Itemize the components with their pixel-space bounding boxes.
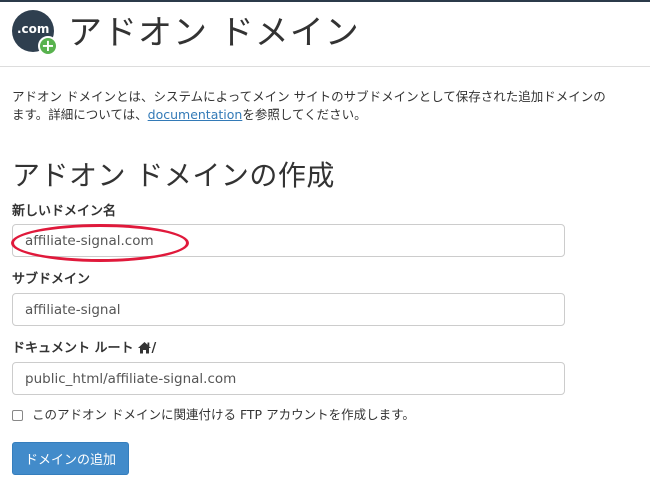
page-title: アドオン ドメイン [68, 13, 360, 53]
new-domain-input[interactable] [12, 224, 565, 257]
document-root-label-text: ドキュメント ルート [12, 341, 134, 356]
document-root-label-slash: / [151, 341, 157, 356]
icon-com-text: .com [17, 22, 50, 36]
subdomain-label: サブドメイン [12, 272, 91, 287]
new-domain-label: 新しいドメイン名 [12, 204, 117, 219]
home-icon [137, 342, 151, 354]
ftp-account-option[interactable]: このアドオン ドメインに関連付ける FTP アカウントを作成します。 [12, 406, 415, 424]
subdomain-input[interactable] [12, 293, 565, 326]
page-header: .com + アドオン ドメイン [12, 8, 360, 58]
document-root-label: ドキュメント ルート / [12, 340, 156, 358]
plus-badge-icon: + [38, 36, 58, 56]
top-border [0, 0, 650, 2]
ftp-account-checkbox[interactable] [12, 409, 23, 421]
header-divider [0, 66, 650, 67]
document-root-input[interactable] [12, 362, 565, 395]
description-text-end: を参照してください。 [242, 107, 367, 122]
page-description: アドオン ドメインとは、システムによってメイン サイトのサブドメインとして保存さ… [12, 88, 650, 124]
documentation-link[interactable]: documentation [148, 107, 243, 122]
ftp-account-checkbox-label[interactable]: このアドオン ドメインに関連付ける FTP アカウントを作成します。 [32, 406, 415, 424]
add-domain-button[interactable]: ドメインの追加 [12, 442, 130, 475]
section-title: アドオン ドメインの作成 [12, 159, 335, 192]
addon-domain-icon: .com + [12, 10, 58, 56]
